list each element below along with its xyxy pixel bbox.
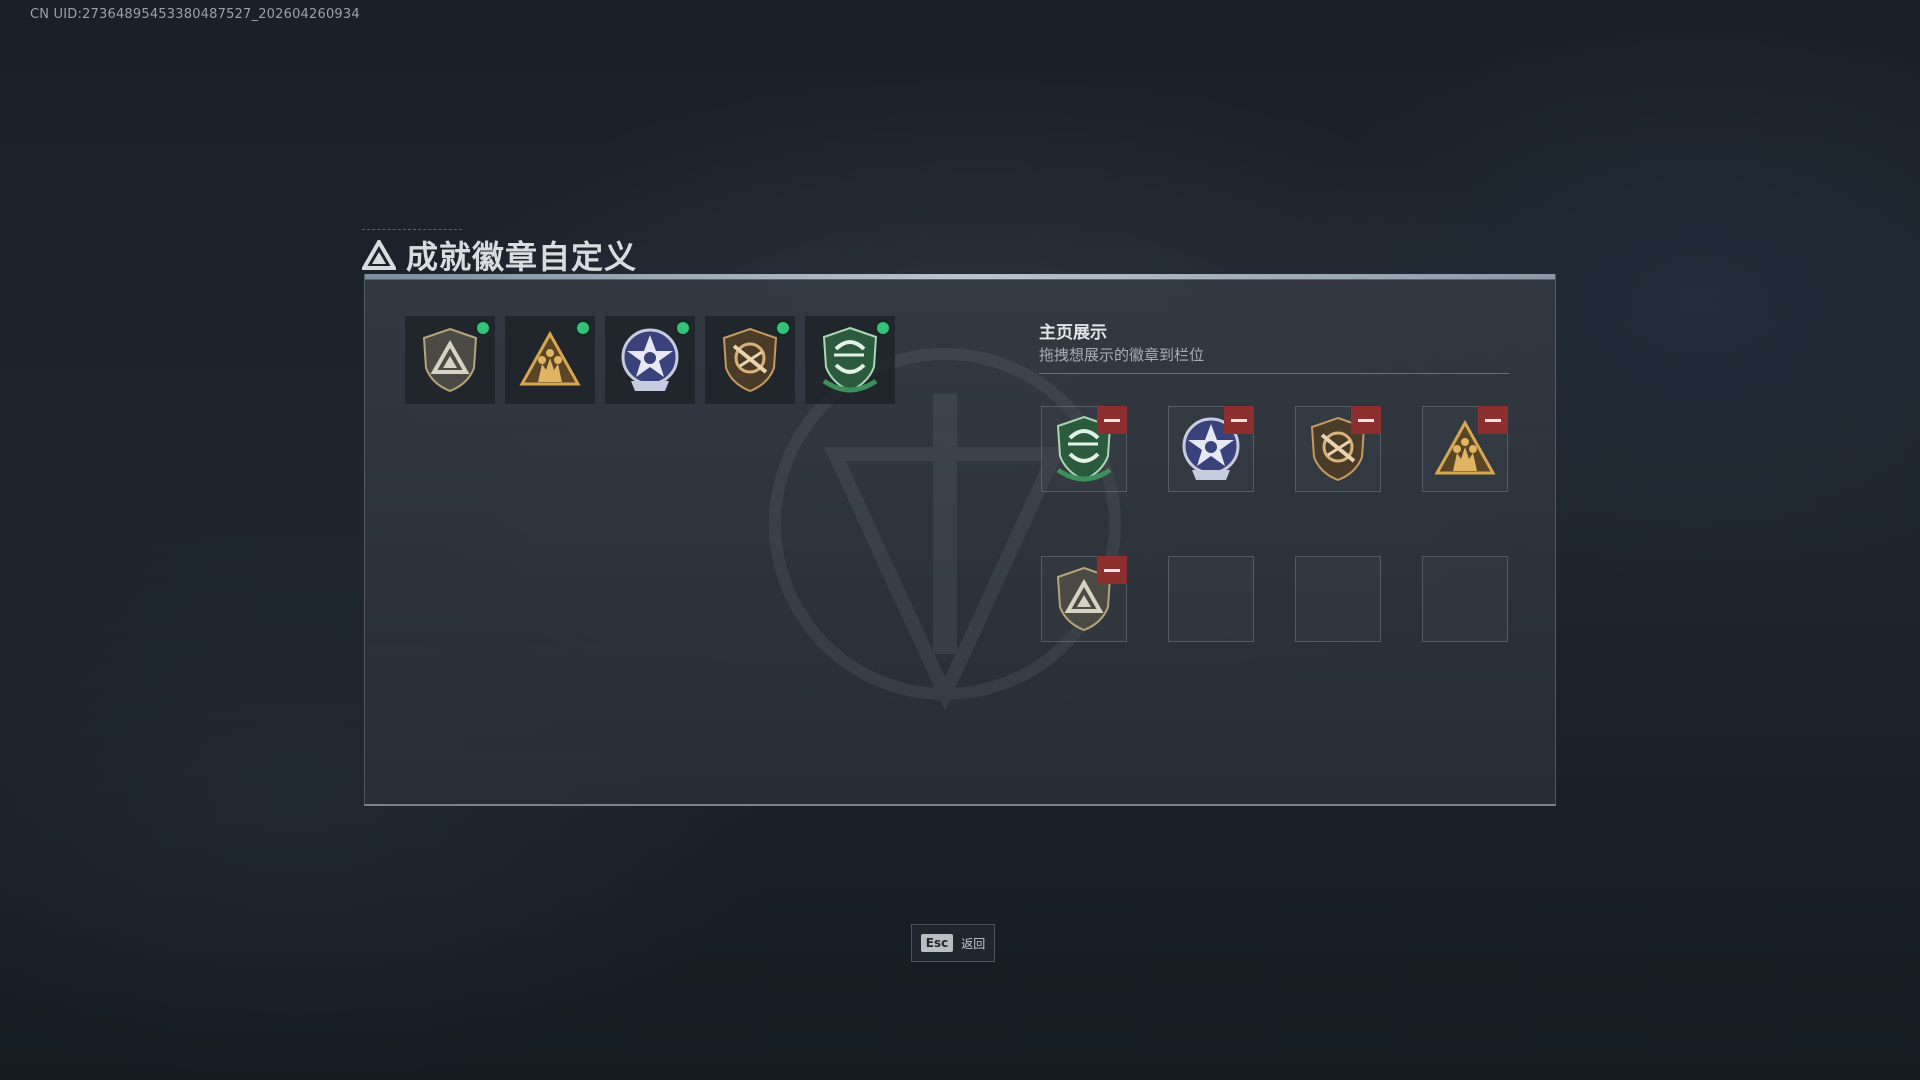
panel-top-bar xyxy=(365,274,1555,280)
inventory-badge-slot[interactable] xyxy=(605,316,695,404)
showcase-subtitle: 拖拽想展示的徽章到栏位 xyxy=(1039,346,1205,364)
showcase-slot-empty[interactable] xyxy=(1168,556,1254,642)
shield-triangle-badge-icon xyxy=(422,327,478,393)
remove-badge-button[interactable] xyxy=(1097,556,1127,584)
minus-icon xyxy=(1104,568,1120,572)
page-title: 成就徽章自定义 xyxy=(406,238,638,276)
minus-icon xyxy=(1485,418,1501,422)
inventory-badge-slot[interactable] xyxy=(405,316,495,404)
remove-badge-button[interactable] xyxy=(1097,406,1127,434)
showcase-slot[interactable] xyxy=(1422,406,1508,492)
remove-badge-button[interactable] xyxy=(1224,406,1254,434)
minus-icon xyxy=(1231,418,1247,422)
showcase-title: 主页展示 xyxy=(1039,323,1107,343)
showcase-slot[interactable] xyxy=(1041,556,1127,642)
rifle-shield-badge-icon xyxy=(722,327,778,393)
minus-icon xyxy=(1358,418,1374,422)
showcase-slot[interactable] xyxy=(1041,406,1127,492)
green-arrows-shield-badge-icon xyxy=(822,326,878,393)
minus-icon xyxy=(1104,418,1120,422)
showcase-divider xyxy=(1039,373,1509,374)
owned-indicator xyxy=(477,322,489,334)
esc-key-hint: Esc xyxy=(920,934,954,952)
remove-badge-button[interactable] xyxy=(1478,406,1508,434)
badge-panel: 主页展示 拖拽想展示的徽章到栏位 xyxy=(364,274,1556,806)
inventory-badge-slot[interactable] xyxy=(805,316,895,404)
showcase-slot-empty[interactable] xyxy=(1295,556,1381,642)
back-button[interactable]: Esc 返回 xyxy=(911,924,995,962)
back-label: 返回 xyxy=(961,936,986,951)
delta-logo-icon xyxy=(362,240,396,270)
page-header: 成就徽章自定义 xyxy=(362,232,637,278)
showcase-slot[interactable] xyxy=(1168,406,1254,492)
showcase-slot[interactable] xyxy=(1295,406,1381,492)
owned-indicator xyxy=(677,322,689,334)
owned-indicator xyxy=(877,322,889,334)
blue-star-badge-icon xyxy=(621,328,679,391)
inventory-badge-slot[interactable] xyxy=(505,316,595,404)
showcase-slot-empty[interactable] xyxy=(1422,556,1508,642)
uid-label: CN UID:273648954533804875​27_20260426093… xyxy=(30,7,360,22)
badge-inventory xyxy=(405,316,895,404)
owned-indicator xyxy=(577,322,589,334)
inventory-badge-slot[interactable] xyxy=(705,316,795,404)
remove-badge-button[interactable] xyxy=(1351,406,1381,434)
showcase-grid xyxy=(1041,406,1508,642)
owned-indicator xyxy=(777,322,789,334)
gold-triangle-soldiers-badge-icon xyxy=(519,330,581,386)
